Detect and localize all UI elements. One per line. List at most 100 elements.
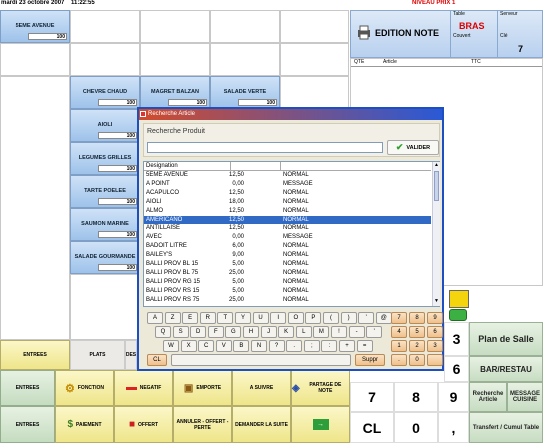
key-p[interactable]: P [305,312,322,324]
annuler-offert-perte-button[interactable]: ANNULER - OFFERT - PERTE [173,406,232,443]
results-list[interactable]: Designation 5EME AVENUE 12,50 NORMAL A POIN… [143,161,440,307]
message-cuisine-button[interactable]: MESSAGE CUISINE [507,382,543,412]
key-1[interactable]: 1 [391,340,407,352]
key-8[interactable]: 8 [409,312,425,324]
key-q[interactable]: Q [155,326,171,338]
list-item[interactable]: AVEC 0,00 MESSAGE [144,233,431,241]
product-salade-gourmande[interactable]: SALADE GOURMANDE 100 [70,241,140,274]
key-e[interactable]: E [182,312,199,324]
list-item[interactable]: AMERICANO 12,50 NORMAL [144,215,431,224]
numpad-key-7[interactable]: 7 [350,382,394,412]
key-symbol[interactable]: - [348,326,365,338]
plan-de-salle-button[interactable]: Plan de Salle [469,322,543,356]
key-t[interactable]: T [217,312,234,324]
product-salade-verte[interactable]: SALADE VERTE 100 [210,76,280,109]
demander-suite-button[interactable]: DEMANDER LA SUITE [232,406,291,443]
key-j[interactable]: J [260,326,277,338]
key-symbol[interactable]: ' [358,312,375,324]
key-6[interactable]: 6 [427,326,443,338]
grid-cell[interactable] [280,43,349,76]
grid-cell[interactable] [70,10,140,43]
key-5[interactable]: 5 [409,326,425,338]
valider-button[interactable]: ✔ VALIDER [387,140,439,155]
grid-cell[interactable] [280,76,349,109]
numpad-key-9[interactable]: 9 [438,382,469,412]
key-symbol[interactable]: : [321,340,338,352]
key-l[interactable]: L [295,326,312,338]
numpad-key-8[interactable]: 8 [394,382,438,412]
scroll-thumb[interactable] [434,171,439,201]
list-item[interactable]: BALLI PROV BL 15 5,00 NORMAL [144,260,431,268]
list-item[interactable]: ALMO 12,50 NORMAL [144,207,431,215]
key-c[interactable]: C [198,340,215,352]
partage-note-button[interactable]: ◈ PARTAGE DE NOTE [291,370,350,406]
numpad-key-0[interactable]: 0 [394,412,438,443]
edition-note-button[interactable]: EDITION NOTE [351,11,449,58]
key-s[interactable]: S [172,326,189,338]
key-symbol[interactable]: @ [375,312,392,324]
grid-cell[interactable] [140,10,210,43]
list-item[interactable]: AIOLI 18,00 NORMAL [144,198,431,206]
key-symbol[interactable] [427,354,443,366]
key-symbol[interactable]: . [391,354,407,366]
list-item[interactable]: BALLI PROV BL 75 25,00 NORMAL [144,269,431,277]
numpad-key-clear[interactable]: CL [350,412,394,443]
numpad-key-comma[interactable]: , [438,412,469,443]
product-aioli[interactable]: AIOLI 100 [70,109,140,142]
list-item[interactable]: BALLI PROV RS 15 5,00 NORMAL [144,287,431,295]
vertical-scrollbar[interactable]: ▲ ▼ [432,162,440,306]
key-n[interactable]: N [251,340,267,352]
key-symbol[interactable]: ( [323,312,339,324]
key-u[interactable]: U [252,312,269,324]
key-a[interactable]: A [147,312,163,324]
key-4[interactable]: 4 [391,326,407,338]
list-item[interactable]: 5EME AVENUE 12,50 NORMAL [144,171,431,179]
category-entrees[interactable]: ENTREES [0,340,70,370]
category-desserts[interactable]: DES [125,340,137,370]
fonction-button[interactable]: ⚙ FONCTION [55,370,114,406]
key-2[interactable]: 2 [409,340,425,352]
key-symbol[interactable]: ? [268,340,285,352]
grid-cell[interactable] [0,43,70,76]
product-chevre-chaud[interactable]: CHEVRE CHAUD 100 [70,76,140,109]
key-symbol[interactable] [171,354,351,366]
category-plats[interactable]: PLATS [70,340,125,370]
scroll-down-icon[interactable]: ▼ [433,298,440,306]
key-symbol[interactable]: ' [366,326,383,338]
key-y[interactable]: Y [235,312,251,324]
key-x[interactable]: X [180,340,197,352]
a-suivre-button[interactable]: A SUIVRE [232,370,291,406]
key-b[interactable]: B [233,340,250,352]
key-d[interactable]: D [190,326,207,338]
list-item[interactable]: BAILEY'S 9,00 NORMAL [144,251,431,259]
key-z[interactable]: Z [164,312,181,324]
key-cl[interactable]: CL [147,354,167,366]
product-magret-balzan[interactable]: MAGRET BALZAN 100 [140,76,210,109]
key-3[interactable]: 3 [427,340,443,352]
product-saumon-marine[interactable]: SAUMON MARINE 100 [70,208,140,241]
scroll-up-icon[interactable]: ▲ [433,162,440,170]
key-symbol[interactable]: ) [340,312,357,324]
key-w[interactable]: W [163,340,179,352]
paiement-button[interactable]: $ PAIEMENT [55,406,114,443]
list-item[interactable]: BALLI PROV RS 75 25,00 NORMAL [144,296,431,304]
key-symbol[interactable]: + [339,340,355,352]
key-i[interactable]: I [270,312,287,324]
entrees-button-2[interactable]: ENTREES [0,406,55,443]
recherche-article-button[interactable]: Recherche Article [469,382,507,412]
numpad-key-3[interactable]: 3 [444,322,469,356]
list-item[interactable]: ANTILLAISE 12,50 NORMAL [144,224,431,232]
bar-restau-button[interactable]: BAR/RESTAU [469,356,543,382]
numpad-key-6[interactable]: 6 [444,356,469,382]
grid-cell[interactable] [0,76,70,340]
key-v[interactable]: V [215,340,232,352]
offert-button[interactable]: ■ OFFERT [114,406,173,443]
key-o[interactable]: O [287,312,304,324]
grid-cell[interactable] [280,10,349,43]
key-suppr[interactable]: Suppr [355,354,385,366]
key-h[interactable]: H [243,326,259,338]
emporte-button[interactable]: ▣ EMPORTE [173,370,232,406]
key-0[interactable]: 0 [409,354,425,366]
key-f[interactable]: F [207,326,224,338]
key-7[interactable]: 7 [391,312,407,324]
